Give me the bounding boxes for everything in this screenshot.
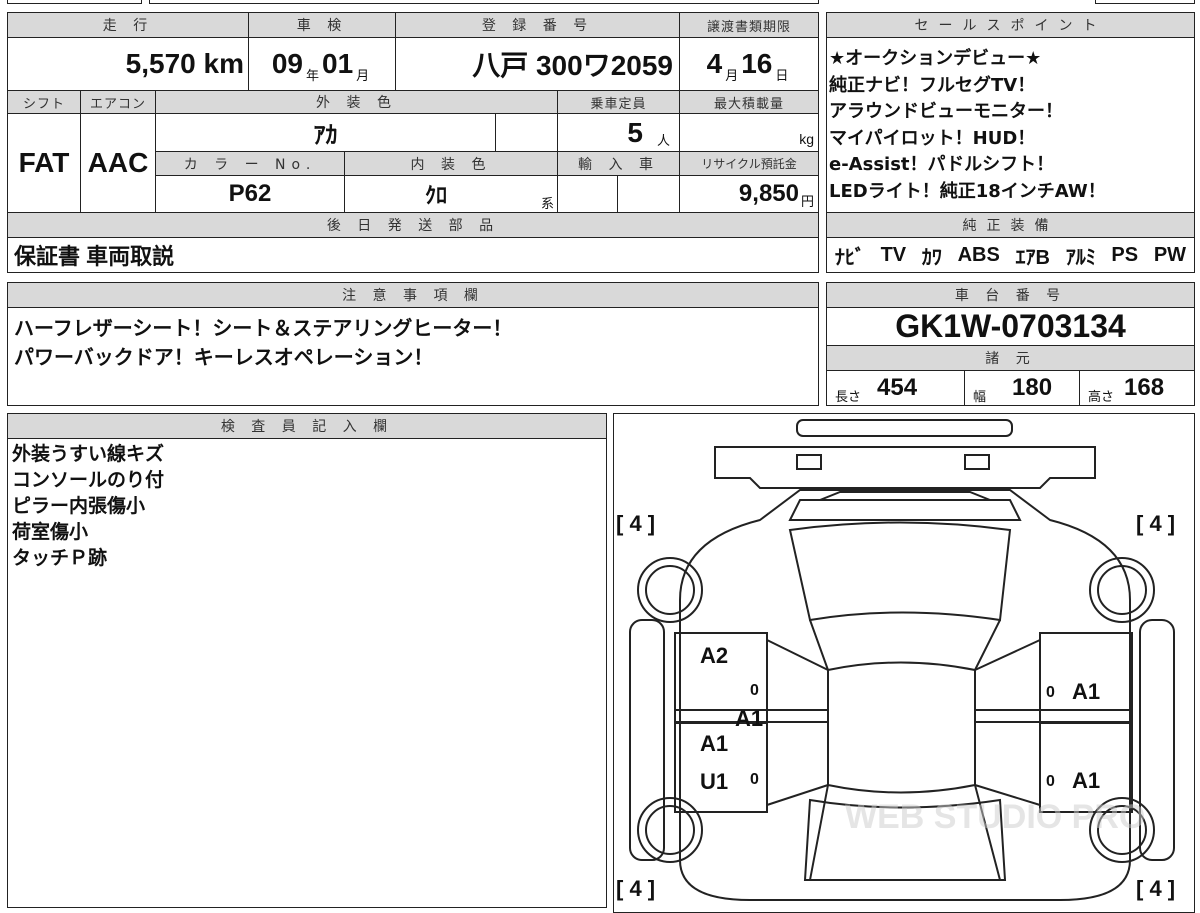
damage-mark: 0 bbox=[750, 771, 759, 788]
spec-height: 高さ 168 bbox=[1079, 370, 1195, 406]
recycle-label: リサイクル預託金 bbox=[679, 151, 819, 176]
registration-label: 登 録 番 号 bbox=[395, 12, 680, 38]
ext-color-label: 外 装 色 bbox=[155, 90, 558, 114]
damage-mark: A2 bbox=[700, 643, 728, 668]
inspector-line: 荷室傷小 bbox=[12, 521, 89, 543]
damage-mark: 0 bbox=[1046, 773, 1055, 790]
transfer-deadline: 4 月 16 日 bbox=[679, 37, 819, 91]
sales-line: 純正ナビ！フルセグTV！ bbox=[829, 74, 1036, 96]
import-label: 輸 入 車 bbox=[557, 151, 680, 176]
roof bbox=[826, 661, 976, 793]
capacity-value: 5人 bbox=[557, 113, 680, 152]
body-outline bbox=[678, 488, 1131, 901]
color-no-value: P62 bbox=[155, 175, 345, 213]
notes-line: パワーバックドア！キーレスオペレーション！ bbox=[14, 345, 434, 369]
equipment-list: ﾅﾋﾞ TV ｶﾜ ABS ｴｱB ｱﾙﾐ PS PW bbox=[826, 237, 1195, 273]
import-cell bbox=[617, 175, 680, 213]
headlight-left bbox=[795, 453, 822, 470]
windshield bbox=[788, 521, 1011, 621]
wheel-front-left bbox=[636, 556, 703, 623]
a-pillar bbox=[808, 619, 1001, 880]
wheel-rear-left bbox=[636, 796, 703, 863]
tire-tread-rear-right: [ 4 ] bbox=[1136, 876, 1175, 901]
shift-value: FAT bbox=[7, 113, 81, 213]
car-diagram: [ 4 ] [ 4 ] [ 4 ] [ 4 ] A2 0 A1 A1 U1 0 … bbox=[613, 413, 1195, 913]
max-load-label: 最大積載量 bbox=[679, 90, 819, 114]
sales-line: e-Assist！パドルシフト！ bbox=[829, 154, 1055, 175]
watermark: WEB STUDIO PRO bbox=[845, 798, 1145, 836]
tire-tread-rear-left: [ 4 ] bbox=[616, 876, 655, 901]
top-cell bbox=[149, 0, 819, 4]
top-cell bbox=[7, 0, 142, 4]
color-no-label: カ ラ ー No. bbox=[155, 151, 345, 176]
mileage-label: 走 行 bbox=[7, 12, 249, 38]
inspector-line: コンソールのり付 bbox=[12, 469, 165, 491]
ext-color-sub-cell bbox=[495, 113, 558, 152]
damage-mark: A1 bbox=[700, 731, 728, 756]
equipment-label: 純正装備 bbox=[826, 212, 1195, 238]
capacity-label: 乗車定員 bbox=[557, 90, 680, 114]
equipment-item: PW bbox=[1153, 243, 1187, 266]
mileage-value: 5,570 km bbox=[7, 37, 249, 91]
equipment-item: ｶﾜ bbox=[921, 246, 942, 269]
shift-label: シフト bbox=[7, 90, 81, 114]
int-color-label: 内 装 色 bbox=[344, 151, 558, 176]
tire-tread-front-left: [ 4 ] bbox=[616, 511, 655, 536]
inspector-line: ピラー内張傷小 bbox=[12, 495, 146, 517]
int-color-value: ｸﾛ系 bbox=[344, 175, 558, 213]
max-load-value: kg bbox=[679, 113, 819, 152]
notes-body: ハーフレザーシート！シート＆ステアリングヒーター！ パワーバックドア！キーレスオ… bbox=[7, 307, 819, 406]
ac-value: AAC bbox=[80, 113, 156, 213]
recycle-value: 9,850 円 bbox=[679, 175, 819, 213]
top-cell bbox=[1095, 0, 1195, 4]
damage-mark: U1 bbox=[700, 769, 728, 794]
equipment-item: ｱﾙﾐ bbox=[1065, 246, 1096, 269]
front-grille bbox=[787, 490, 1022, 521]
transfer-deadline-label: 譲渡書類期限 bbox=[679, 12, 819, 38]
damage-mark: 0 bbox=[1046, 684, 1055, 701]
sales-line: LEDライト！純正18インチAW！ bbox=[829, 180, 1106, 202]
spec-width: 幅 180 bbox=[964, 370, 1080, 406]
sales-points: ★オークションデビュー★ 純正ナビ！フルセグTV！ アラウンドビューモニター！ … bbox=[826, 37, 1195, 213]
equipment-item: ABS bbox=[957, 243, 1000, 266]
inspector-notes: 外装うすい線キズ コンソールのり付 ピラー内張傷小 荷室傷小 タッチＰ跡 bbox=[7, 438, 607, 908]
later-parts-value: 保証書 車両取説 bbox=[7, 237, 819, 273]
inspector-label: 検 査 員 記 入 欄 bbox=[7, 413, 607, 439]
damage-mark: A1 bbox=[735, 706, 763, 731]
spec-length: 長さ 454 bbox=[826, 370, 965, 406]
notes-label: 注 意 事 項 欄 bbox=[7, 282, 819, 308]
front-bumper bbox=[795, 418, 1013, 437]
damage-mark: 0 bbox=[750, 682, 759, 699]
inspector-line: 外装うすい線キズ bbox=[12, 443, 165, 465]
damage-mark: A1 bbox=[1072, 679, 1100, 704]
equipment-item: PS bbox=[1111, 243, 1139, 266]
chassis-number: GK1W-0703134 bbox=[826, 307, 1195, 346]
equipment-item: ｴｱB bbox=[1015, 246, 1050, 269]
equipment-item: TV bbox=[880, 243, 907, 266]
ext-color-value: ｱｶ bbox=[155, 113, 496, 152]
chassis-label: 車 台 番 号 bbox=[826, 282, 1195, 308]
hood-outline bbox=[713, 445, 1096, 489]
sales-line: アラウンドビューモニター！ bbox=[829, 101, 1063, 122]
sales-line: ★オークションデビュー★ bbox=[829, 48, 1042, 69]
ac-label: エアコン bbox=[80, 90, 156, 114]
equipment-item: ﾅﾋﾞ bbox=[834, 246, 865, 269]
sales-points-label: セールスポイント bbox=[826, 12, 1195, 38]
inspection-value: 09 年 01 月 bbox=[248, 37, 396, 91]
inspector-line: タッチＰ跡 bbox=[12, 547, 108, 569]
later-parts-label: 後 日 発 送 部 品 bbox=[7, 212, 819, 238]
notes-line: ハーフレザーシート！シート＆ステアリングヒーター！ bbox=[14, 316, 513, 340]
damage-mark: A1 bbox=[1072, 768, 1100, 793]
inspection-label: 車 検 bbox=[248, 12, 396, 38]
registration-number: 八戸 300ワ2059 bbox=[395, 37, 680, 91]
specs-label: 諸 元 bbox=[826, 345, 1195, 371]
headlight-right bbox=[963, 453, 990, 470]
import-cell bbox=[557, 175, 618, 213]
sales-line: マイパイロット！HUD！ bbox=[829, 127, 1036, 149]
tire-tread-front-right: [ 4 ] bbox=[1136, 511, 1175, 536]
